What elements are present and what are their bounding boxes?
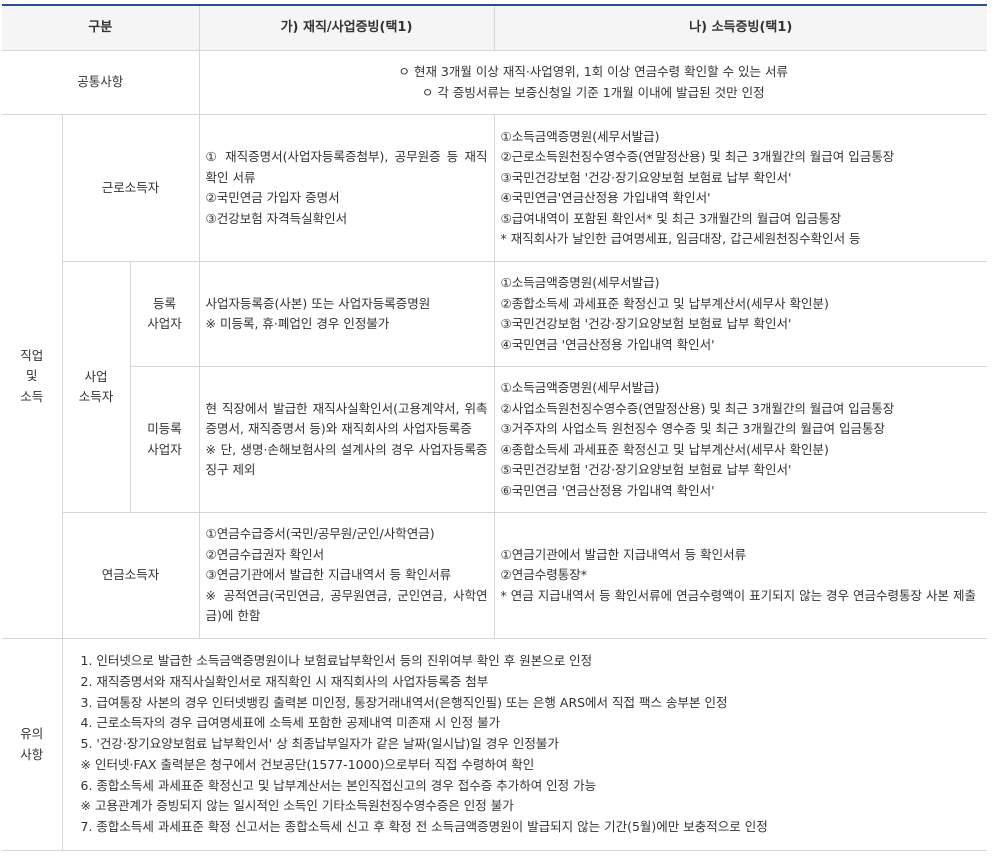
list-item: ④국민연금 '연금산정용 가입내역 확인서' bbox=[500, 336, 715, 352]
registered-business-row: 사업 소득자 등록 사업자 사업자등록증(사본) 또는 사업자등록증명원 ※ 미… bbox=[2, 261, 987, 513]
list-item: * 재직회사가 날인한 급여명세표, 임금대장, 갑근세원천징수확인서 등 bbox=[500, 231, 861, 246]
registered-label: 등록 사업자 bbox=[129, 261, 200, 367]
unregistered-business-row: 미등록 사업자 현 직장에서 발급한 재직사실확인서(고용계약서, 위촉증명서,… bbox=[2, 366, 987, 513]
list-item: 현 직장에서 발급한 재직사실확인서(고용계약서, 위촉증명서, 재직증명서 등… bbox=[205, 400, 488, 437]
note-item: 4. 근로소득자의 경우 급여명세표에 소득세 포함한 공제내역 미존재 시 인… bbox=[80, 715, 501, 731]
pension-employment-cell: ①연금수급증서(국민/공무원/군인/사학연금) ②연금수급권자 확인서 ③연금기… bbox=[198, 512, 495, 639]
list-item: ②근로소득원천징수영수증(연말정산용) 및 최근 3개월간의 월급여 입금통장 bbox=[500, 149, 895, 164]
worker-label: 근로소득자 bbox=[61, 114, 200, 262]
list-item: ④국민연금'연금산정용 가입내역 확인서' bbox=[500, 190, 711, 205]
list-item: ③건강보험 자격득실확인서 bbox=[205, 210, 348, 226]
note-item: 6. 종합소득세 과세표준 확정신고 및 납부계산서는 본인직접신고의 경우 접… bbox=[80, 777, 597, 793]
worker-row: 직업 및 소득 근로소득자 ① 재직증명서(사업자등록증첨부), 공무원증 등 … bbox=[2, 114, 987, 639]
list-item: ※ 단, 생명·손해보험사의 설계사의 경우 사업자등록증 징구 제외 bbox=[205, 441, 488, 478]
list-item: ②연금수령통장* bbox=[500, 567, 587, 583]
requirements-table: 구분 가) 재직/사업증빙(택1) 나) 소득증빙(택1) 공통사항 ㅇ 현재 … bbox=[2, 4, 987, 851]
notes-label: 유의 사항 bbox=[2, 638, 63, 851]
pension-row: 연금소득자 ①연금수급증서(국민/공무원/군인/사학연금) ②연금수급권자 확인… bbox=[2, 512, 987, 639]
note-item: ※ 인터넷·FAX 출력분은 청구에서 건보공단(1577-1000)으로부터 … bbox=[80, 756, 535, 772]
note-item: 5. '건강·장기요양보험료 납부확인서' 상 최종납부일자가 같은 날짜(일시… bbox=[80, 736, 559, 752]
list-item: ②사업소득원천징수영수증(연말정산용) 및 최근 3개월간의 월급여 입금통장 bbox=[500, 400, 895, 416]
list-item: ②국민연금 가입자 증명서 bbox=[205, 190, 340, 205]
common-line-1: ㅇ 현재 3개월 이상 재직·사업영위, 1회 이상 연금수령 확인할 수 있는… bbox=[398, 64, 789, 79]
worker-employment-cell: ① 재직증명서(사업자등록증첨부), 공무원증 등 재직확인 서류 ②국민연금 … bbox=[198, 114, 495, 262]
notes-content: 1. 인터넷으로 발급한 소득금액증명원이나 보험료납부확인서 등의 진위여부 … bbox=[61, 638, 987, 851]
job-income-label: 직업 및 소득 bbox=[2, 114, 63, 639]
list-item: ③연금기관에서 발급한 지급내역서 등 확인서류 bbox=[205, 567, 452, 583]
unregistered-label: 미등록 사업자 bbox=[129, 366, 200, 513]
pension-label: 연금소득자 bbox=[61, 512, 200, 639]
notes-row: 유의 사항 1. 인터넷으로 발급한 소득금액증명원이나 보험료납부확인서 등의… bbox=[2, 638, 987, 851]
unregistered-employment-cell: 현 직장에서 발급한 재직사실확인서(고용계약서, 위촉증명서, 재직증명서 등… bbox=[198, 366, 495, 513]
list-item: ①연금수급증서(국민/공무원/군인/사학연금) bbox=[205, 526, 435, 542]
list-item: ①소득금액증명원(세무서발급) bbox=[500, 275, 660, 290]
note-item: 2. 재직증명서와 재직사실확인서로 재직확인 시 재직회사의 사업자등록증 첨… bbox=[80, 673, 489, 689]
common-label: 공통사항 bbox=[2, 50, 200, 115]
list-item: ⑥국민연금 '연금산정용 가입내역 확인서' bbox=[500, 482, 715, 498]
business-label: 사업 소득자 bbox=[61, 261, 131, 513]
note-item: 1. 인터넷으로 발급한 소득금액증명원이나 보험료납부확인서 등의 진위여부 … bbox=[80, 652, 593, 668]
list-item: ②종합소득세 과세표준 확정신고 및 납부계산서(세무사 확인분) bbox=[500, 295, 829, 311]
common-row: 공통사항 ㅇ 현재 3개월 이상 재직·사업영위, 1회 이상 연금수령 확인할… bbox=[2, 50, 987, 115]
header-employment-proof: 가) 재직/사업증빙(택1) bbox=[198, 4, 495, 51]
list-item: ①소득금액증명원(세무서발급) bbox=[500, 128, 660, 144]
list-item: ①소득금액증명원(세무서발급) bbox=[500, 380, 660, 395]
note-item: 3. 급여통장 사본의 경우 인터넷뱅킹 출력본 미인정, 통장거래내역서(은행… bbox=[80, 694, 728, 710]
list-item: ④종합소득세 과세표준 확정신고 및 납부계산서(세무사 확인분) bbox=[500, 441, 829, 457]
list-item: ⑤급여내역이 포함된 확인서* 및 최근 3개월간의 월급여 입금통장 bbox=[500, 210, 842, 226]
header-category: 구분 bbox=[2, 4, 200, 51]
common-line-2: ㅇ 각 증빙서류는 보증신청일 기준 1개월 이내에 발급된 것만 인정 bbox=[421, 84, 765, 100]
registered-income-cell: ①소득금액증명원(세무서발급) ②종합소득세 과세표준 확정신고 및 납부계산서… bbox=[493, 261, 987, 367]
list-item: ①연금기관에서 발급한 지급내역서 등 확인서류 bbox=[500, 546, 747, 562]
list-item: ③거주자의 사업소득 원천징수 영수증 및 최근 3개월간의 월급여 입금통장 bbox=[500, 421, 885, 436]
list-item: ① 재직증명서(사업자등록증첨부), 공무원증 등 재직확인 서류 bbox=[205, 149, 488, 185]
list-item: ③국민건강보험 '건강·장기요양보험 보험료 납부 확인서' bbox=[500, 169, 792, 185]
worker-income-cell: ①소득금액증명원(세무서발급) ②근로소득원천징수영수증(연말정산용) 및 최근… bbox=[493, 114, 987, 262]
list-item: ②연금수급권자 확인서 bbox=[205, 546, 325, 562]
unregistered-income-cell: ①소득금액증명원(세무서발급) ②사업소득원천징수영수증(연말정산용) 및 최근… bbox=[493, 366, 987, 513]
common-content: ㅇ 현재 3개월 이상 재직·사업영위, 1회 이상 연금수령 확인할 수 있는… bbox=[198, 50, 987, 115]
list-item: * 연금 지급내역서 등 확인서류에 연금수령액이 표기되지 않는 경우 연금수… bbox=[500, 587, 976, 603]
list-item: ※ 공적연금(국민연금, 공무원연금, 군인연금, 사학연금)에 한함 bbox=[205, 587, 488, 624]
list-item: ⑤국민건강보험 '건강·장기요양보험 보험료 납부 확인서' bbox=[500, 462, 792, 477]
header-income-proof: 나) 소득증빙(택1) bbox=[493, 4, 987, 51]
list-item: ③국민건강보험 '건강·장기요양보험 보험료 납부 확인서' bbox=[500, 316, 792, 331]
list-item: ※ 미등록, 휴·폐업인 경우 인정불가 bbox=[205, 316, 390, 331]
list-item: 사업자등록증(사본) 또는 사업자등록증명원 bbox=[205, 295, 431, 311]
note-item: ※ 고용관계가 증빙되지 않는 일시적인 소득인 기타소득원천징수영수증은 인정… bbox=[80, 798, 514, 814]
pension-income-cell: ①연금기관에서 발급한 지급내역서 등 확인서류 ②연금수령통장* * 연금 지… bbox=[493, 512, 987, 639]
registered-employment-cell: 사업자등록증(사본) 또는 사업자등록증명원 ※ 미등록, 휴·폐업인 경우 인… bbox=[198, 261, 495, 367]
table-header-row: 구분 가) 재직/사업증빙(택1) 나) 소득증빙(택1) bbox=[2, 4, 987, 51]
note-item: 7. 종합소득세 과세표준 확정 신고서는 종합소득세 신고 후 확정 전 소득… bbox=[80, 819, 768, 835]
